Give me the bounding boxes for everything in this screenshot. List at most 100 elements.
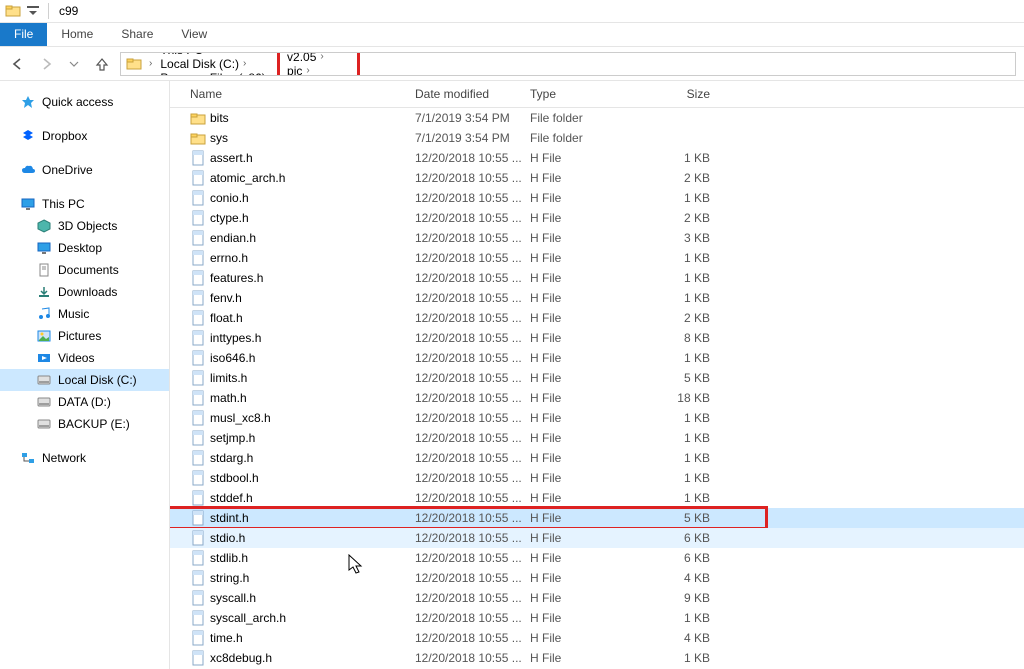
file-row[interactable]: musl_xc8.h12/20/2018 10:55 ...H File1 KB — [170, 408, 1024, 428]
file-row[interactable]: syscall.h12/20/2018 10:55 ...H File9 KB — [170, 588, 1024, 608]
nav-network[interactable]: Network — [0, 447, 169, 469]
column-header-date[interactable]: Date modified — [415, 87, 530, 101]
file-row[interactable]: setjmp.h12/20/2018 10:55 ...H File1 KB — [170, 428, 1024, 448]
nav-child-item[interactable]: Downloads — [0, 281, 169, 303]
tab-share[interactable]: Share — [107, 23, 167, 46]
column-header-type[interactable]: Type — [530, 87, 640, 101]
file-row[interactable]: stddef.h12/20/2018 10:55 ...H File1 KB — [170, 488, 1024, 508]
disk-icon — [36, 394, 52, 410]
nav-label: Network — [42, 451, 86, 465]
file-icon — [190, 170, 206, 186]
qat-dropdown-icon[interactable] — [24, 2, 42, 20]
file-type: H File — [530, 151, 640, 165]
breadcrumb-item[interactable]: v2.05› — [285, 52, 352, 64]
file-row[interactable]: time.h12/20/2018 10:55 ...H File4 KB — [170, 628, 1024, 648]
file-icon — [190, 530, 206, 546]
nav-label: Local Disk (C:) — [58, 373, 137, 387]
disk-icon — [36, 416, 52, 432]
tab-view[interactable]: View — [167, 23, 221, 46]
nav-quick-access[interactable]: Quick access — [0, 91, 169, 113]
file-date: 12/20/2018 10:55 ... — [415, 611, 530, 625]
videos-icon — [36, 350, 52, 366]
recent-dropdown-icon[interactable] — [64, 54, 84, 74]
forward-button[interactable] — [36, 54, 56, 74]
file-row[interactable]: xc8debug.h12/20/2018 10:55 ...H File1 KB — [170, 648, 1024, 668]
file-row[interactable]: stdarg.h12/20/2018 10:55 ...H File1 KB — [170, 448, 1024, 468]
file-date: 12/20/2018 10:55 ... — [415, 391, 530, 405]
file-row[interactable]: conio.h12/20/2018 10:55 ...H File1 KB — [170, 188, 1024, 208]
up-button[interactable] — [92, 54, 112, 74]
file-row[interactable]: inttypes.h12/20/2018 10:55 ...H File8 KB — [170, 328, 1024, 348]
file-row[interactable]: math.h12/20/2018 10:55 ...H File18 KB — [170, 388, 1024, 408]
nav-child-item[interactable]: Desktop — [0, 237, 169, 259]
file-name: endian.h — [210, 231, 415, 245]
nav-child-item[interactable]: Videos — [0, 347, 169, 369]
file-size: 1 KB — [640, 191, 720, 205]
file-type: H File — [530, 491, 640, 505]
nav-this-pc[interactable]: This PC — [0, 193, 169, 215]
file-row[interactable]: fenv.h12/20/2018 10:55 ...H File1 KB — [170, 288, 1024, 308]
title-bar: c99 — [0, 0, 1024, 23]
nav-label: Desktop — [58, 241, 102, 255]
file-date: 12/20/2018 10:55 ... — [415, 151, 530, 165]
file-size: 1 KB — [640, 431, 720, 445]
file-row[interactable]: features.h12/20/2018 10:55 ...H File1 KB — [170, 268, 1024, 288]
address-bar[interactable]: › This PC›Local Disk (C:)›Program Files … — [120, 52, 1016, 76]
file-row[interactable]: atomic_arch.h12/20/2018 10:55 ...H File2… — [170, 168, 1024, 188]
nav-child-item[interactable]: DATA (D:) — [0, 391, 169, 413]
file-row[interactable]: iso646.h12/20/2018 10:55 ...H File1 KB — [170, 348, 1024, 368]
breadcrumb-item[interactable]: Program Files (x86)› — [158, 71, 279, 76]
tab-home[interactable]: Home — [47, 23, 107, 46]
nav-child-item[interactable]: 3D Objects — [0, 215, 169, 237]
file-row[interactable]: sys7/1/2019 3:54 PMFile folder — [170, 128, 1024, 148]
nav-child-item[interactable]: Pictures — [0, 325, 169, 347]
file-row[interactable]: errno.h12/20/2018 10:55 ...H File1 KB — [170, 248, 1024, 268]
file-date: 12/20/2018 10:55 ... — [415, 631, 530, 645]
file-type: H File — [530, 431, 640, 445]
file-name: musl_xc8.h — [210, 411, 415, 425]
file-date: 12/20/2018 10:55 ... — [415, 451, 530, 465]
breadcrumb-chevron[interactable]: › — [143, 58, 158, 69]
file-row[interactable]: limits.h12/20/2018 10:55 ...H File5 KB — [170, 368, 1024, 388]
tab-file[interactable]: File — [0, 23, 47, 46]
back-button[interactable] — [8, 54, 28, 74]
folder-icon — [125, 55, 143, 73]
file-list[interactable]: bits7/1/2019 3:54 PMFile foldersys7/1/20… — [170, 108, 1024, 669]
file-row[interactable]: ctype.h12/20/2018 10:55 ...H File2 KB — [170, 208, 1024, 228]
breadcrumb-item[interactable]: Local Disk (C:)› — [158, 57, 279, 71]
file-row[interactable]: bits7/1/2019 3:54 PMFile folder — [170, 108, 1024, 128]
file-size: 1 KB — [640, 351, 720, 365]
file-row[interactable]: endian.h12/20/2018 10:55 ...H File3 KB — [170, 228, 1024, 248]
breadcrumb-item[interactable]: pic› — [285, 64, 352, 76]
ribbon-tabs: File Home Share View — [0, 23, 1024, 47]
star-icon — [20, 94, 36, 110]
file-name: float.h — [210, 311, 415, 325]
nav-child-item[interactable]: Local Disk (C:) — [0, 369, 169, 391]
file-row[interactable]: float.h12/20/2018 10:55 ...H File2 KB — [170, 308, 1024, 328]
file-type: H File — [530, 471, 640, 485]
window-title: c99 — [59, 4, 78, 18]
desktop-icon — [36, 240, 52, 256]
network-icon — [20, 450, 36, 466]
file-type: H File — [530, 171, 640, 185]
file-row[interactable]: assert.h12/20/2018 10:55 ...H File1 KB — [170, 148, 1024, 168]
file-row[interactable]: stdlib.h12/20/2018 10:55 ...H File6 KB — [170, 548, 1024, 568]
downloads-icon — [36, 284, 52, 300]
file-row[interactable]: stdint.h12/20/2018 10:55 ...H File5 KB — [170, 508, 1024, 528]
column-header-name[interactable]: Name — [190, 87, 415, 101]
file-row[interactable]: string.h12/20/2018 10:55 ...H File4 KB — [170, 568, 1024, 588]
file-date: 12/20/2018 10:55 ... — [415, 191, 530, 205]
file-row[interactable]: stdbool.h12/20/2018 10:55 ...H File1 KB — [170, 468, 1024, 488]
nav-onedrive[interactable]: OneDrive — [0, 159, 169, 181]
file-row[interactable]: stdio.h12/20/2018 10:55 ...H File6 KB — [170, 528, 1024, 548]
nav-child-item[interactable]: Documents — [0, 259, 169, 281]
file-row[interactable]: syscall_arch.h12/20/2018 10:55 ...H File… — [170, 608, 1024, 628]
column-header-size[interactable]: Size — [640, 87, 720, 101]
nav-child-item[interactable]: BACKUP (E:) — [0, 413, 169, 435]
nav-child-item[interactable]: Music — [0, 303, 169, 325]
nav-label: Quick access — [42, 95, 113, 109]
file-date: 12/20/2018 10:55 ... — [415, 291, 530, 305]
file-type: File folder — [530, 111, 640, 125]
documents-icon — [36, 262, 52, 278]
nav-dropbox[interactable]: Dropbox — [0, 125, 169, 147]
